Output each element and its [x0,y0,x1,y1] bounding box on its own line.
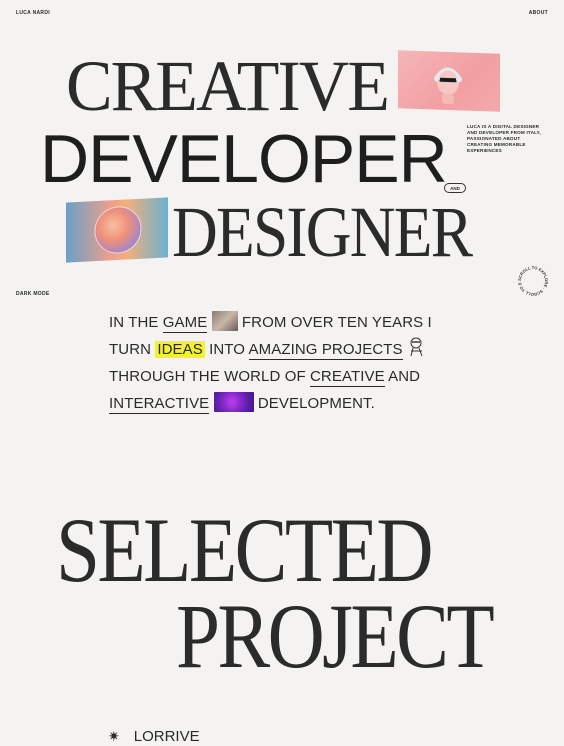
section-title-project: PROJECT [176,585,495,687]
dark-mode-toggle[interactable]: DARK MODE [16,291,50,297]
circular-text-icon: SCROLL TO EXPLORE · SCROLL TO EXPLORE · [514,260,549,297]
hero-title-creative: CREATIVE [66,46,390,126]
story-paragraph: IN THE GAME FROM OVER TEN YEARS I TURN I… [109,309,469,417]
story-link-interactive[interactable]: INTERACTIVE [109,395,210,414]
section-title-selected: SELECTED [56,499,434,601]
hero-title-designer: DESIGNER [172,192,473,272]
asterisk-icon: ✷ [108,728,120,744]
story-text: FROM OVER TEN YEARS I [237,314,432,331]
story-text: DEVELOPMENT. [253,395,375,412]
badge-text: SCROLL TO EXPLORE · SCROLL TO EXPLORE · [514,260,549,297]
intro-text: LUCA IS A DIGITAL DESIGNER AND DEVELOPER… [467,124,541,153]
svg-text:SCROLL TO EXPLORE · SCROLL TO: SCROLL TO EXPLORE · SCROLL TO EXPLORE · [516,264,549,297]
hero-thumbnail-figure [398,50,500,112]
interactive-thumbnail [213,392,254,412]
game-thumbnail [211,311,238,331]
story-text: IN THE [109,314,163,331]
story-text: THROUGH THE WORLD OF [109,368,310,385]
gradient-sphere-icon [94,206,142,254]
story-link-game[interactable]: GAME [162,314,208,333]
hero-thumbnail-sphere [66,197,168,263]
story-link-amazing-projects[interactable]: AMAZING PROJECTS [248,341,403,360]
story-highlight-ideas[interactable]: IDEAS [155,341,205,358]
story-text: INTO [204,341,249,358]
story-link-creative[interactable]: CREATIVE [310,368,385,387]
figure-with-headphones-icon [434,67,462,105]
scroll-badge: SCROLL TO EXPLORE · SCROLL TO EXPLORE · [514,260,550,298]
sketch-figure-icon [407,336,427,358]
brand-logo[interactable]: LUCA NARDI [16,10,50,16]
story-text: AND [384,368,421,385]
project-name: LORRIVE [133,728,200,745]
nav-about-link[interactable]: ABOUT [529,10,548,16]
hero-title-developer: DEVELOPER [40,121,448,197]
project-list-item[interactable]: ✷ LORRIVE [108,728,200,745]
story-text: TURN [109,341,156,358]
